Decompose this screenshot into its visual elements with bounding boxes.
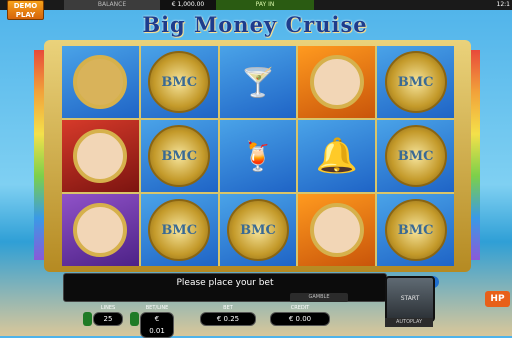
lines-stepper[interactable]: [83, 312, 92, 326]
symbol-woman-portrait-2: [62, 194, 139, 266]
symbol-man-portrait: [62, 120, 139, 192]
symbol-bell: 🔔: [298, 120, 376, 192]
betline-label: BET/LINE: [145, 305, 169, 311]
bet-label: BET: [223, 305, 233, 311]
clock: 12:1: [496, 1, 510, 8]
autoplay-button[interactable]: AUTOPLAY: [385, 318, 433, 327]
lines-value: 25: [93, 312, 123, 326]
lines-control: LINES 25: [83, 304, 123, 330]
symbol-compass: [62, 46, 139, 118]
symbol-man-bald: [298, 194, 376, 266]
symbol-bmc-coin: BMC: [377, 46, 454, 118]
status-message: Please place your bet: [176, 278, 274, 288]
lines-label: LINES: [100, 305, 116, 311]
credit-value: € 0.00: [270, 312, 330, 326]
symbol-bmc-coin: BMC: [140, 194, 218, 266]
symbol-cocktails: 🍸: [219, 46, 297, 118]
symbol-bmc-coin: BMC: [219, 194, 297, 266]
hp-badge: HP: [485, 291, 510, 307]
bet-display: BET € 0.25: [200, 304, 256, 330]
betline-control: BET/LINE € 0.01: [130, 304, 174, 338]
gamble-button[interactable]: GAMBLE: [290, 293, 348, 302]
demo-play-button[interactable]: DEMO PLAY: [7, 0, 44, 20]
game-title: Big Money Cruise: [142, 12, 368, 37]
symbol-cocktails: 🍹: [219, 120, 297, 192]
betline-stepper[interactable]: [130, 312, 139, 326]
symbol-bmc-coin: BMC: [140, 46, 218, 118]
start-button[interactable]: START: [385, 276, 435, 322]
bet-value: € 0.25: [200, 312, 256, 326]
symbol-bmc-coin: BMC: [140, 120, 218, 192]
symbol-bmc-coin: BMC: [377, 194, 454, 266]
credit-label: CREDIT: [290, 305, 310, 311]
credit-display: CREDIT € 0.00: [270, 304, 330, 330]
reel-grid: BMC 🍸 BMC BMC 🍹 🔔 BMC BMC BMC BMC: [62, 46, 454, 266]
betline-value: € 0.01: [140, 312, 174, 338]
symbol-bmc-coin: BMC: [377, 120, 454, 192]
symbol-woman-portrait: [298, 46, 376, 118]
